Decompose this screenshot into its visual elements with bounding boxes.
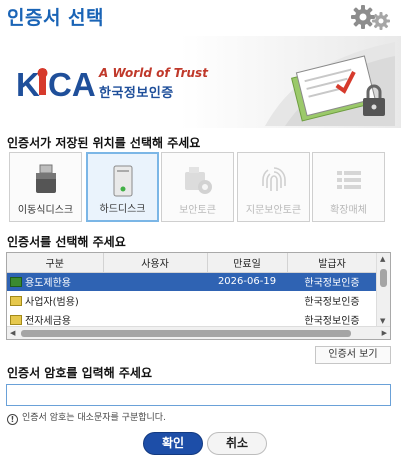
cert-expiry-cell [207,291,287,310]
scrollbar-thumb[interactable] [21,330,351,337]
kica-logo-k: K [16,66,40,103]
cert-icon [10,277,22,288]
certificate-illustration [225,42,395,126]
device-fingerprint-token[interactable]: 지문보안토큰 [237,152,310,222]
device-selector: 이동식디스크 하드디스크 보안토큰 지문보안토큰 확장매체 [9,152,395,224]
hard-disk-icon [106,164,140,198]
password-field[interactable] [6,384,391,406]
cert-user-cell [103,272,207,291]
vertical-scrollbar[interactable]: ▲ ▼ [376,253,390,327]
exclamation-icon: ! [7,414,18,425]
ok-button[interactable]: 확인 [143,432,203,455]
cert-expiry-cell: 2026-06-19 [207,272,287,291]
cert-icon [10,296,22,306]
security-token-icon [181,163,215,197]
device-security-token[interactable]: 보안토큰 [161,152,234,222]
scroll-down-icon[interactable]: ▼ [380,317,385,325]
cert-type-cell: 용도제한용 [7,272,103,291]
kica-banner: K CA A World of Trust 한국정보인증 [0,36,401,128]
horizontal-scrollbar[interactable]: ◀ ▶ [7,326,390,339]
usb-drive-icon [29,163,63,197]
banner-org-name: 한국정보인증 [99,86,174,101]
device-label: 확장매체 [330,205,367,216]
column-header-user[interactable]: 사용자 [103,253,208,273]
password-heading: 인증서 암호를 입력해 주세요 [7,366,153,380]
scrollbar-thumb[interactable] [380,269,387,287]
device-label: 이동식디스크 [17,205,74,216]
device-label: 지문보안토큰 [245,205,302,216]
table-row[interactable]: 사업자(범용) 한국정보인증 [7,291,377,310]
cancel-button[interactable]: 취소 [207,432,267,455]
cert-issuer-cell: 한국정보인증 [287,272,377,291]
list-icon [332,163,366,197]
column-header-expiry[interactable]: 만료일 [207,253,288,273]
device-removable-disk[interactable]: 이동식디스크 [9,152,82,222]
kica-logo-ca: CA [48,66,96,103]
cert-issuer-cell: 한국정보인증 [304,297,360,308]
column-header-issuer[interactable]: 발급자 [287,253,378,273]
cert-icon [10,315,22,325]
device-label: 보안토큰 [179,205,216,216]
location-heading: 인증서가 저장된 위치를 선택해 주세요 [7,136,201,150]
fingerprint-icon [257,163,291,197]
password-hint: ! 인증서 암호는 대소문자를 구분합니다. [7,410,166,425]
password-hint-text: 인증서 암호는 대소문자를 구분합니다. [22,413,166,423]
column-header-type[interactable]: 구분 [7,253,104,273]
gear-icon[interactable] [350,3,392,31]
device-label: 하드디스크 [99,204,146,215]
device-extended-media[interactable]: 확장매체 [312,152,385,222]
cert-user-cell [103,291,207,310]
cert-type-cell: 사업자(범용) [7,291,103,310]
view-cert-button[interactable]: 인증서 보기 [315,346,391,364]
window-title: 인증서 선택 [7,7,105,29]
banner-slogan: A World of Trust [99,66,208,80]
cert-table: 구분 사용자 만료일 발급자 용도제한용 2026-06-19 한국정보인증 사… [7,253,378,329]
cert-type-text: 사업자(범용) [25,297,79,308]
scroll-right-icon[interactable]: ▶ [382,329,387,337]
device-hard-disk[interactable]: 하드디스크 [86,152,159,222]
scroll-up-icon[interactable]: ▲ [380,255,385,263]
title-bar: 인증서 선택 [0,0,401,36]
table-row[interactable]: 용도제한용 2026-06-19 한국정보인증 [7,272,377,291]
cert-list[interactable]: 구분 사용자 만료일 발급자 용도제한용 2026-06-19 한국정보인증 사… [6,252,391,340]
scroll-left-icon[interactable]: ◀ [10,329,15,337]
cert-heading: 인증서를 선택해 주세요 [7,235,126,249]
cert-type-text: 용도제한용 [25,278,71,290]
